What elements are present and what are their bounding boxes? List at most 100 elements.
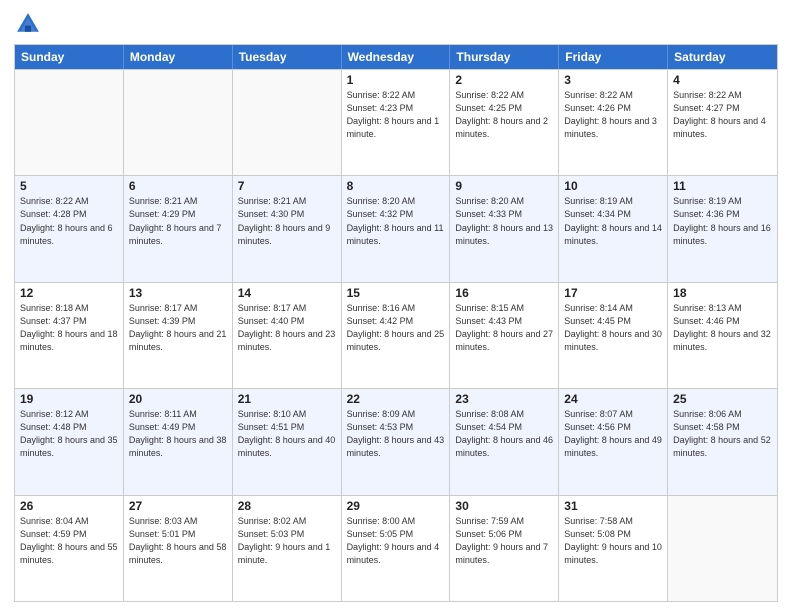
calendar-header-day: Monday xyxy=(124,45,233,69)
day-info: Sunrise: 8:22 AM Sunset: 4:26 PM Dayligh… xyxy=(564,89,662,141)
day-number: 30 xyxy=(455,499,553,513)
day-info: Sunrise: 8:14 AM Sunset: 4:45 PM Dayligh… xyxy=(564,302,662,354)
day-number: 28 xyxy=(238,499,336,513)
calendar-week: 1 Sunrise: 8:22 AM Sunset: 4:23 PM Daylig… xyxy=(15,69,777,175)
day-info: Sunrise: 8:09 AM Sunset: 4:53 PM Dayligh… xyxy=(347,408,445,460)
day-number: 10 xyxy=(564,179,662,193)
calendar-cell: 10 Sunrise: 8:19 AM Sunset: 4:34 PM Dayli… xyxy=(559,176,668,281)
calendar: SundayMondayTuesdayWednesdayThursdayFrid… xyxy=(14,44,778,602)
day-number: 16 xyxy=(455,286,553,300)
logo-icon xyxy=(14,10,42,38)
day-number: 17 xyxy=(564,286,662,300)
calendar-cell: 22 Sunrise: 8:09 AM Sunset: 4:53 PM Dayli… xyxy=(342,389,451,494)
calendar-cell: 16Sunrise: 8:15 AM Sunset: 4:43 PM Dayli… xyxy=(450,283,559,388)
day-info: Sunrise: 8:21 AM Sunset: 4:30 PM Dayligh… xyxy=(238,195,336,247)
calendar-cell: 31 Sunrise: 7:58 AM Sunset: 5:08 PM Dayli… xyxy=(559,496,668,601)
calendar-cell: 14 Sunrise: 8:17 AM Sunset: 4:40 PM Dayli… xyxy=(233,283,342,388)
calendar-cell: 23Sunrise: 8:08 AM Sunset: 4:54 PM Dayli… xyxy=(450,389,559,494)
calendar-cell: 27 Sunrise: 8:03 AM Sunset: 5:01 PM Dayli… xyxy=(124,496,233,601)
calendar-cell xyxy=(15,70,124,175)
day-info: Sunrise: 8:04 AM Sunset: 4:59 PM Dayligh… xyxy=(20,515,118,567)
calendar-cell: 1 Sunrise: 8:22 AM Sunset: 4:23 PM Daylig… xyxy=(342,70,451,175)
day-number: 31 xyxy=(564,499,662,513)
calendar-cell: 15 Sunrise: 8:16 AM Sunset: 4:42 PM Dayli… xyxy=(342,283,451,388)
calendar-cell xyxy=(668,496,777,601)
calendar-cell: 25 Sunrise: 8:06 AM Sunset: 4:58 PM Dayli… xyxy=(668,389,777,494)
day-info: Sunrise: 8:19 AM Sunset: 4:34 PM Dayligh… xyxy=(564,195,662,247)
calendar-week: 26 Sunrise: 8:04 AM Sunset: 4:59 PM Dayli… xyxy=(15,495,777,601)
day-number: 2 xyxy=(455,73,553,87)
calendar-cell: 4Sunrise: 8:22 AM Sunset: 4:27 PM Daylig… xyxy=(668,70,777,175)
logo xyxy=(14,10,46,38)
day-info: Sunrise: 8:03 AM Sunset: 5:01 PM Dayligh… xyxy=(129,515,227,567)
day-number: 25 xyxy=(673,392,772,406)
day-number: 8 xyxy=(347,179,445,193)
day-number: 21 xyxy=(238,392,336,406)
calendar-header: SundayMondayTuesdayWednesdayThursdayFrid… xyxy=(15,45,777,69)
day-number: 14 xyxy=(238,286,336,300)
day-info: Sunrise: 7:59 AM Sunset: 5:06 PM Dayligh… xyxy=(455,515,553,567)
day-info: Sunrise: 8:17 AM Sunset: 4:40 PM Dayligh… xyxy=(238,302,336,354)
day-number: 12 xyxy=(20,286,118,300)
header xyxy=(14,10,778,38)
calendar-cell: 20 Sunrise: 8:11 AM Sunset: 4:49 PM Dayli… xyxy=(124,389,233,494)
day-info: Sunrise: 7:58 AM Sunset: 5:08 PM Dayligh… xyxy=(564,515,662,567)
day-info: Sunrise: 8:06 AM Sunset: 4:58 PM Dayligh… xyxy=(673,408,772,460)
calendar-cell xyxy=(233,70,342,175)
day-number: 18 xyxy=(673,286,772,300)
calendar-header-day: Friday xyxy=(559,45,668,69)
day-info: Sunrise: 8:20 AM Sunset: 4:33 PM Dayligh… xyxy=(455,195,553,247)
day-number: 29 xyxy=(347,499,445,513)
day-info: Sunrise: 8:22 AM Sunset: 4:28 PM Dayligh… xyxy=(20,195,118,247)
day-info: Sunrise: 8:07 AM Sunset: 4:56 PM Dayligh… xyxy=(564,408,662,460)
day-number: 26 xyxy=(20,499,118,513)
day-number: 15 xyxy=(347,286,445,300)
day-number: 27 xyxy=(129,499,227,513)
day-info: Sunrise: 8:22 AM Sunset: 4:23 PM Dayligh… xyxy=(347,89,445,141)
calendar-week: 12 Sunrise: 8:18 AM Sunset: 4:37 PM Dayli… xyxy=(15,282,777,388)
day-number: 1 xyxy=(347,73,445,87)
calendar-header-day: Saturday xyxy=(668,45,777,69)
day-number: 22 xyxy=(347,392,445,406)
calendar-cell: 18 Sunrise: 8:13 AM Sunset: 4:46 PM Dayli… xyxy=(668,283,777,388)
day-info: Sunrise: 8:18 AM Sunset: 4:37 PM Dayligh… xyxy=(20,302,118,354)
calendar-header-day: Wednesday xyxy=(342,45,451,69)
calendar-cell: 17 Sunrise: 8:14 AM Sunset: 4:45 PM Dayli… xyxy=(559,283,668,388)
day-info: Sunrise: 8:17 AM Sunset: 4:39 PM Dayligh… xyxy=(129,302,227,354)
day-info: Sunrise: 8:02 AM Sunset: 5:03 PM Dayligh… xyxy=(238,515,336,567)
day-number: 9 xyxy=(455,179,553,193)
day-info: Sunrise: 8:00 AM Sunset: 5:05 PM Dayligh… xyxy=(347,515,445,567)
day-info: Sunrise: 8:13 AM Sunset: 4:46 PM Dayligh… xyxy=(673,302,772,354)
calendar-header-day: Sunday xyxy=(15,45,124,69)
day-number: 24 xyxy=(564,392,662,406)
calendar-cell: 11Sunrise: 8:19 AM Sunset: 4:36 PM Dayli… xyxy=(668,176,777,281)
calendar-header-day: Tuesday xyxy=(233,45,342,69)
day-info: Sunrise: 8:16 AM Sunset: 4:42 PM Dayligh… xyxy=(347,302,445,354)
day-number: 20 xyxy=(129,392,227,406)
calendar-cell: 9 Sunrise: 8:20 AM Sunset: 4:33 PM Daylig… xyxy=(450,176,559,281)
day-number: 19 xyxy=(20,392,118,406)
day-number: 3 xyxy=(564,73,662,87)
day-number: 4 xyxy=(673,73,772,87)
day-info: Sunrise: 8:12 AM Sunset: 4:48 PM Dayligh… xyxy=(20,408,118,460)
day-number: 7 xyxy=(238,179,336,193)
calendar-cell: 19 Sunrise: 8:12 AM Sunset: 4:48 PM Dayli… xyxy=(15,389,124,494)
calendar-cell: 30 Sunrise: 7:59 AM Sunset: 5:06 PM Dayli… xyxy=(450,496,559,601)
day-number: 13 xyxy=(129,286,227,300)
calendar-cell: 7 Sunrise: 8:21 AM Sunset: 4:30 PM Daylig… xyxy=(233,176,342,281)
day-info: Sunrise: 8:22 AM Sunset: 4:25 PM Dayligh… xyxy=(455,89,553,141)
day-info: Sunrise: 8:11 AM Sunset: 4:49 PM Dayligh… xyxy=(129,408,227,460)
day-info: Sunrise: 8:21 AM Sunset: 4:29 PM Dayligh… xyxy=(129,195,227,247)
calendar-body: 1 Sunrise: 8:22 AM Sunset: 4:23 PM Daylig… xyxy=(15,69,777,601)
calendar-cell: 6Sunrise: 8:21 AM Sunset: 4:29 PM Daylig… xyxy=(124,176,233,281)
calendar-cell: 21Sunrise: 8:10 AM Sunset: 4:51 PM Dayli… xyxy=(233,389,342,494)
calendar-week: 5 Sunrise: 8:22 AM Sunset: 4:28 PM Daylig… xyxy=(15,175,777,281)
page: SundayMondayTuesdayWednesdayThursdayFrid… xyxy=(0,0,792,612)
day-number: 11 xyxy=(673,179,772,193)
calendar-cell: 26 Sunrise: 8:04 AM Sunset: 4:59 PM Dayli… xyxy=(15,496,124,601)
calendar-cell: 28 Sunrise: 8:02 AM Sunset: 5:03 PM Dayli… xyxy=(233,496,342,601)
calendar-cell: 13 Sunrise: 8:17 AM Sunset: 4:39 PM Dayli… xyxy=(124,283,233,388)
calendar-cell: 24 Sunrise: 8:07 AM Sunset: 4:56 PM Dayli… xyxy=(559,389,668,494)
day-number: 5 xyxy=(20,179,118,193)
day-info: Sunrise: 8:08 AM Sunset: 4:54 PM Dayligh… xyxy=(455,408,553,460)
